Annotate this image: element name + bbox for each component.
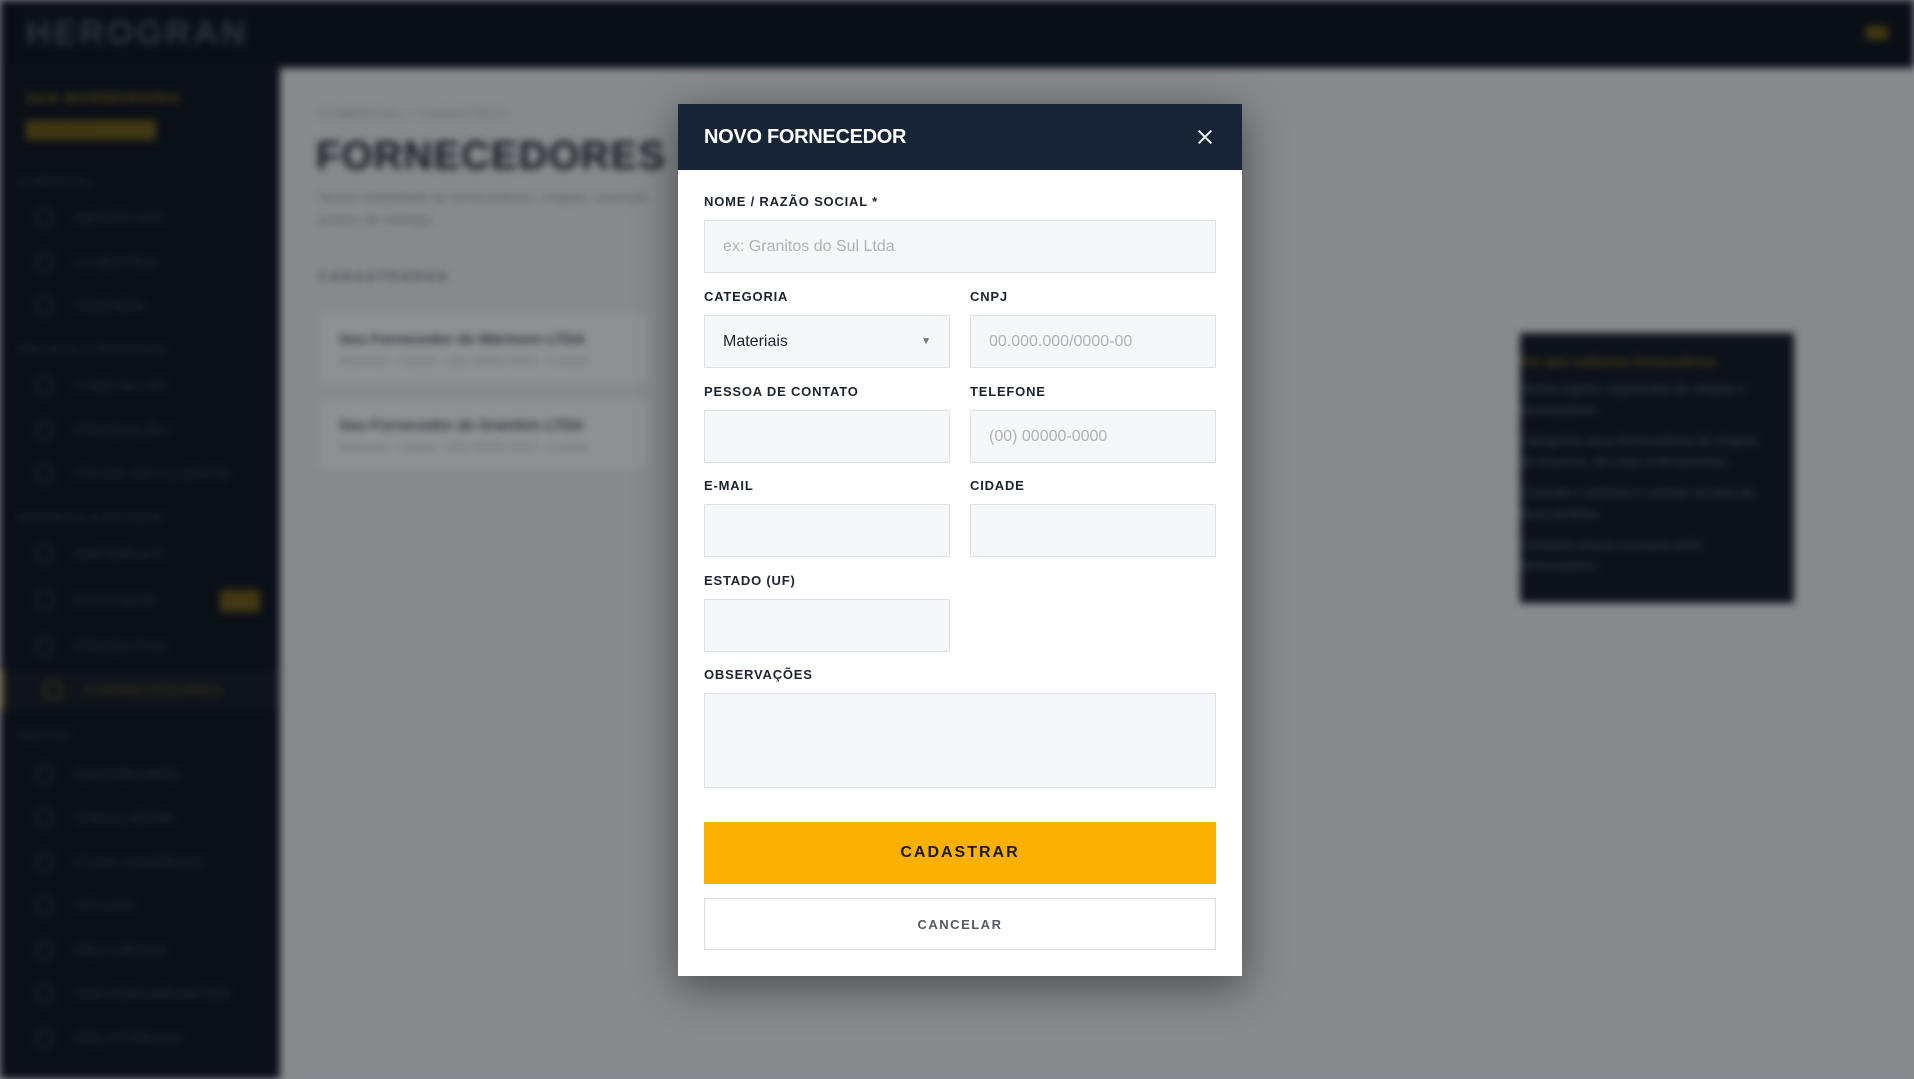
city-label: CIDADE [970,478,1025,493]
city-input[interactable] [970,504,1216,557]
email-field-group: E-MAIL [704,478,950,557]
city-field-group: CIDADE [970,478,1216,557]
notes-textarea[interactable] [704,693,1216,788]
category-field-group: CATEGORIA Materiais ▼ [704,289,950,368]
notes-label: OBSERVAÇÕES [704,667,813,682]
cnpj-label: CNPJ [970,289,1008,304]
modal-header: NOVO FORNECEDOR [678,104,1242,170]
notes-field-group: OBSERVAÇÕES [704,667,1216,788]
modal-title: NOVO FORNECEDOR [704,125,907,148]
name-input[interactable] [704,220,1216,273]
contact-label: PESSOA DE CONTATO [704,384,859,399]
state-field-group: ESTADO (UF) [704,573,950,652]
name-field-group: NOME / RAZÃO SOCIAL * [704,194,1216,273]
cnpj-input[interactable] [970,315,1216,368]
cnpj-field-group: CNPJ [970,289,1216,368]
close-icon[interactable] [1194,126,1216,148]
chevron-down-icon: ▼ [921,336,931,347]
category-selected-value: Materiais [723,332,788,350]
phone-label: TELEFONE [970,384,1046,399]
category-select[interactable]: Materiais ▼ [704,315,950,368]
new-supplier-modal: NOVO FORNECEDOR NOME / RAZÃO SOCIAL * CA… [678,104,1242,976]
email-input[interactable] [704,504,950,557]
phone-field-group: TELEFONE [970,384,1216,463]
category-label: CATEGORIA [704,289,789,304]
name-label: NOME / RAZÃO SOCIAL * [704,194,879,209]
state-input[interactable] [704,599,950,652]
state-label: ESTADO (UF) [704,573,796,588]
contact-input[interactable] [704,410,950,463]
contact-field-group: PESSOA DE CONTATO [704,384,950,463]
phone-input[interactable] [970,410,1216,463]
cancel-button[interactable]: CANCELAR [704,898,1216,950]
submit-button[interactable]: CADASTRAR [704,822,1216,884]
email-label: E-MAIL [704,478,754,493]
